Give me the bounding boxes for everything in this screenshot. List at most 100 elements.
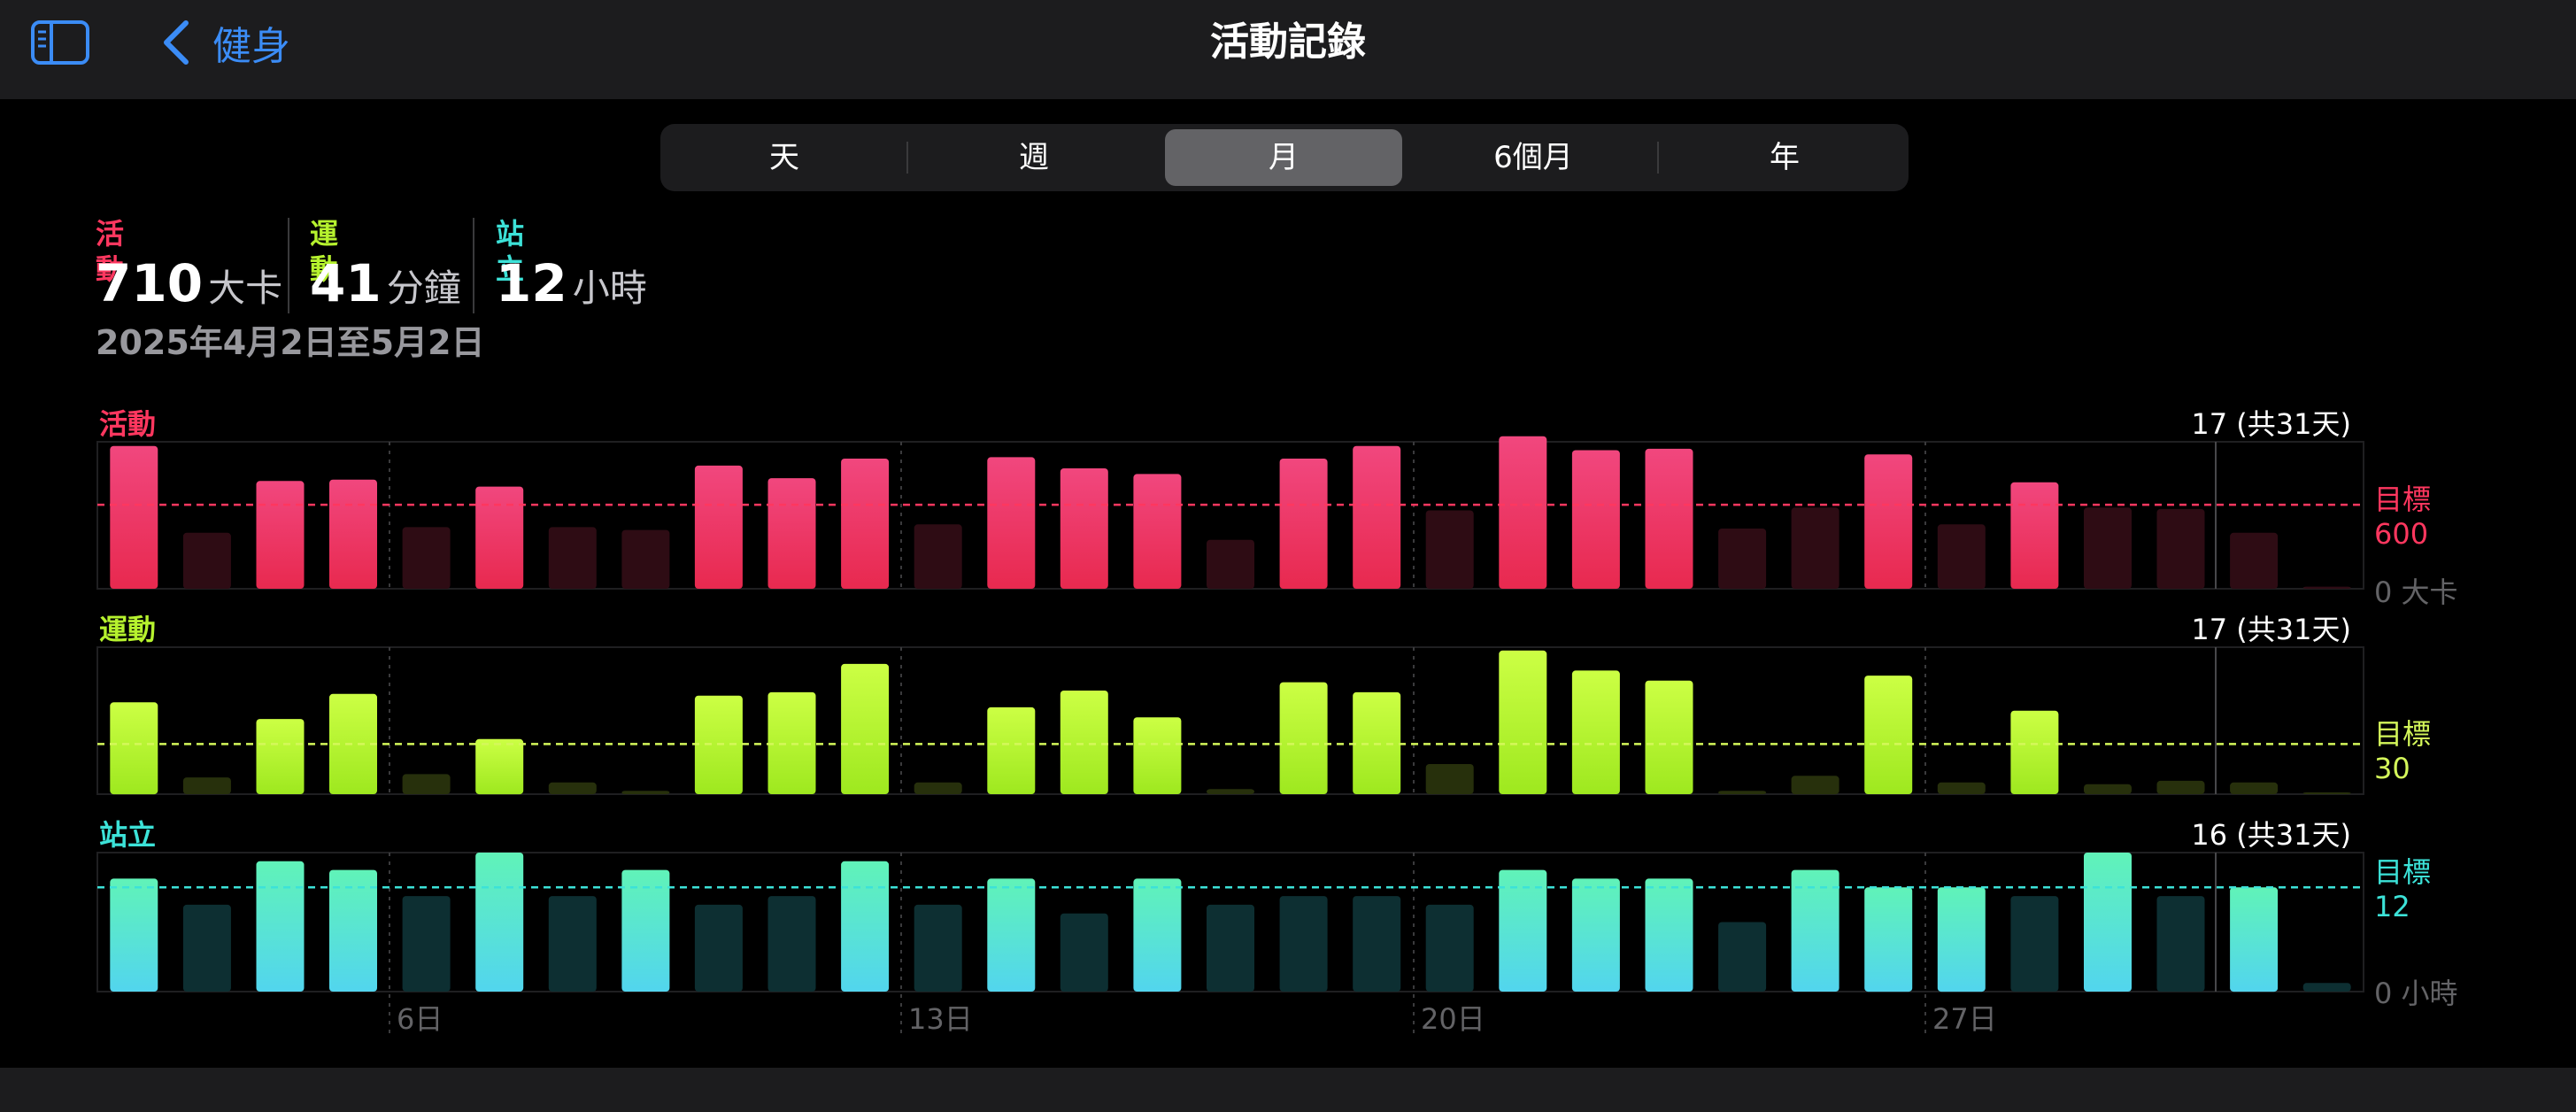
chart-bar xyxy=(2084,853,2132,992)
x-tick-label: 20日 xyxy=(1421,1002,1485,1036)
chart-bar xyxy=(1937,782,1986,794)
chart-bar xyxy=(1864,454,1913,589)
bottom-bar xyxy=(0,1068,2576,1112)
chart-bar xyxy=(402,774,451,794)
chart-title: 活動 xyxy=(99,407,156,441)
chart-bar xyxy=(1425,764,1474,794)
chart-bar xyxy=(767,478,816,589)
chart-bar xyxy=(987,878,1036,992)
goal-label: 目標 xyxy=(2374,483,2431,516)
chart-title: 站立 xyxy=(99,818,156,852)
chart-bar xyxy=(475,738,524,795)
chart-bar xyxy=(694,904,743,992)
chart-bar xyxy=(841,663,890,794)
chart-bar xyxy=(2302,792,2351,794)
chart-bar xyxy=(987,707,1036,794)
chart-bar xyxy=(1791,507,1839,589)
chart-bar xyxy=(1937,524,1986,589)
chart-bar xyxy=(1791,776,1839,795)
chart-bar xyxy=(914,904,962,992)
chart-bar xyxy=(182,904,231,992)
chart-bar xyxy=(548,782,597,794)
chart-bar xyxy=(841,459,890,589)
chart-bar xyxy=(1718,791,1767,794)
chart-bar xyxy=(2156,780,2205,794)
chart-bar xyxy=(1279,459,1328,589)
chart-bar xyxy=(256,861,305,992)
chart-bar xyxy=(2156,508,2205,589)
chart-bar xyxy=(1353,445,1401,589)
chart-bar xyxy=(182,532,231,589)
chart-bar xyxy=(475,853,524,992)
chart-bar xyxy=(1499,650,1547,794)
chart-bar xyxy=(2302,586,2351,589)
chart-day-count: 16 (共31天) xyxy=(2191,818,2351,852)
chart-bar xyxy=(2084,784,2132,794)
zero-label: 0 小時 xyxy=(2374,977,2458,1010)
chart-bar xyxy=(402,896,451,992)
activity-charts: 活動 17 (共31天)目標6000 大卡運動 17 (共31天)目標30站立 16 … xyxy=(96,407,2458,1038)
chart-bar xyxy=(2010,482,2059,589)
chart-bar xyxy=(1571,450,1620,589)
chart-bar xyxy=(110,702,158,795)
chart-bar xyxy=(1864,676,1913,794)
chart-bar xyxy=(1279,896,1328,992)
chart-bar xyxy=(329,479,377,589)
chart-bar xyxy=(1425,510,1474,589)
chart-bar xyxy=(914,524,962,589)
chart-bar xyxy=(1718,529,1767,589)
goal-label: 目標 xyxy=(2374,855,2431,889)
chart-bar xyxy=(621,791,670,794)
chart-bar xyxy=(621,529,670,589)
chart-bar xyxy=(402,527,451,589)
chart-bar xyxy=(767,896,816,992)
x-tick-label: 13日 xyxy=(908,1002,973,1036)
chart-bar xyxy=(914,782,962,794)
chart-bar xyxy=(110,878,158,992)
chart-bar xyxy=(1060,468,1108,589)
chart-bar xyxy=(1718,922,1767,992)
chart-bar xyxy=(1279,682,1328,794)
chart-bar xyxy=(1207,539,1254,589)
chart-bar xyxy=(1207,789,1254,794)
chart-bar xyxy=(475,486,524,589)
chart-bar xyxy=(1864,887,1913,992)
chart-bar xyxy=(548,527,597,589)
chart-bar xyxy=(1645,448,1693,589)
chart-bar xyxy=(1133,878,1182,992)
chart-bar xyxy=(1571,670,1620,794)
chart-bar xyxy=(110,445,158,589)
chart-bar xyxy=(548,896,597,992)
chart-bar xyxy=(2302,983,2351,992)
chart-bar xyxy=(2010,896,2059,992)
goal-value-label: 12 xyxy=(2374,890,2410,923)
chart-bar xyxy=(987,457,1036,589)
chart-bar xyxy=(1571,878,1620,992)
chart-bar xyxy=(1060,913,1108,992)
goal-value-label: 600 xyxy=(2374,517,2428,551)
chart-bar xyxy=(2084,507,2132,589)
chart-bar xyxy=(2156,896,2205,992)
chart-bar xyxy=(2230,782,2279,794)
chart-title: 運動 xyxy=(99,613,156,646)
chart-bar xyxy=(1207,904,1254,992)
chart-bar xyxy=(256,719,305,794)
chart-bar xyxy=(1060,691,1108,794)
chart-bar xyxy=(1133,474,1182,589)
chart-bar xyxy=(2230,532,2279,589)
chart-bar xyxy=(2010,710,2059,794)
zero-label: 0 大卡 xyxy=(2374,575,2458,609)
chart-bar xyxy=(1425,904,1474,992)
chart-bar xyxy=(694,465,743,589)
x-tick-label: 27日 xyxy=(1932,1002,1997,1036)
chart-bar xyxy=(1353,896,1401,992)
x-tick-label: 6日 xyxy=(397,1002,443,1036)
chart-bar xyxy=(1499,436,1547,589)
chart-bar xyxy=(1645,680,1693,794)
chart-bar xyxy=(1133,717,1182,794)
chart-bar xyxy=(182,777,231,794)
chart-bar xyxy=(1645,878,1693,992)
chart-bar xyxy=(2230,887,2279,992)
chart-day-count: 17 (共31天) xyxy=(2191,613,2351,646)
chart-day-count: 17 (共31天) xyxy=(2191,407,2351,441)
